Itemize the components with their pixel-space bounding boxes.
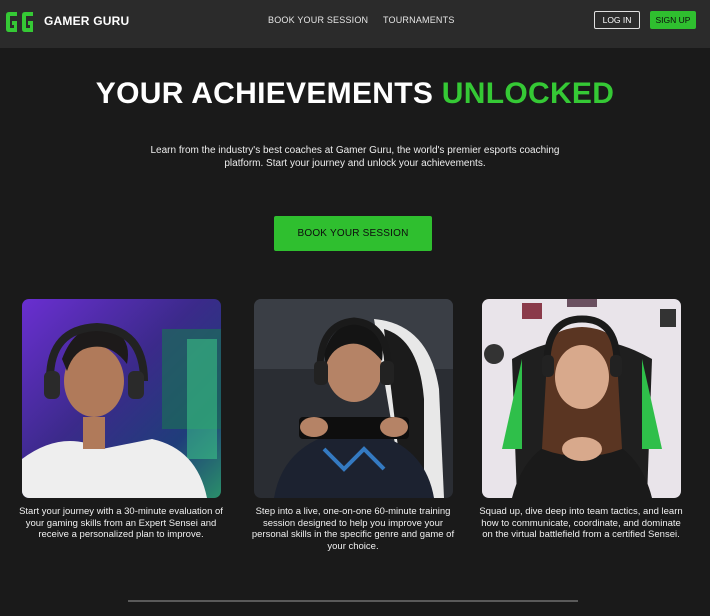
- gg-logo-icon[interactable]: [4, 6, 36, 38]
- team-tactics-description: Squad up, dive deep into team tactics, a…: [479, 506, 683, 540]
- evaluation-description: Start your journey with a 30-minute eval…: [19, 506, 223, 540]
- nav-tournaments-link[interactable]: TOURNAMENTS: [383, 15, 455, 25]
- signup-button[interactable]: SIGN UP: [650, 11, 696, 29]
- hero-title: YOUR ACHIEVEMENTS UNLOCKED: [0, 77, 710, 111]
- brand-name[interactable]: GAMER GURU: [44, 14, 129, 28]
- live-training-image: [254, 299, 453, 498]
- coach-evaluation-image: [22, 299, 221, 498]
- training-description: Step into a live, one-on-one 60-minute t…: [251, 506, 455, 552]
- book-session-button[interactable]: BOOK YOUR SESSION: [274, 216, 432, 251]
- team-tactics-image: [482, 299, 681, 498]
- hero-title-main: YOUR ACHIEVEMENTS: [95, 77, 434, 110]
- hero-description: Learn from the industry's best coaches a…: [150, 145, 560, 169]
- navbar: GAMER GURU BOOK YOUR SESSION TOURNAMENTS…: [0, 0, 710, 48]
- login-button[interactable]: LOG IN: [594, 11, 640, 29]
- footer-divider: [128, 600, 578, 602]
- nav-book-session-link[interactable]: BOOK YOUR SESSION: [268, 15, 368, 25]
- hero-title-accent: UNLOCKED: [441, 77, 615, 110]
